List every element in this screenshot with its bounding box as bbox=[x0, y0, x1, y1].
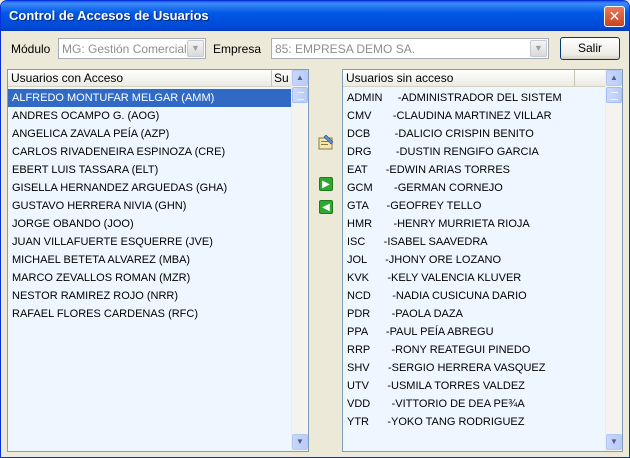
list-item[interactable]: MARCO ZEVALLOS ROMAN (MZR) bbox=[8, 269, 291, 287]
column-header-su[interactable]: Su bbox=[272, 70, 292, 87]
edit-properties-icon[interactable] bbox=[317, 133, 335, 151]
list-item[interactable]: HMR -HENRY MURRIETA RIOJA bbox=[343, 215, 575, 233]
salir-button[interactable]: Salir bbox=[560, 37, 620, 60]
column-header-usuarios-sin-acceso[interactable]: Usuarios sin acceso bbox=[343, 70, 575, 87]
scroll-thumb[interactable] bbox=[292, 87, 308, 103]
list-item[interactable]: NESTOR RAMIREZ ROJO (NRR) bbox=[8, 287, 291, 305]
list-item[interactable]: GCM -GERMAN CORNEJO bbox=[343, 179, 575, 197]
modulo-value: MG: Gestión Comercial bbox=[62, 42, 186, 56]
vertical-scrollbar[interactable]: ▲ ▼ bbox=[291, 70, 308, 451]
list-item[interactable]: GTA -GEOFREY TELLO bbox=[343, 197, 575, 215]
scroll-down-icon[interactable]: ▼ bbox=[292, 434, 308, 450]
list-item[interactable]: ALFREDO MONTUFAR MELGAR (AMM) bbox=[8, 89, 291, 107]
list-item[interactable]: RRP -RONY REATEGUI PINEDO bbox=[343, 341, 575, 359]
list-item[interactable]: YTR -YOKO TANG RODRIGUEZ bbox=[343, 413, 575, 431]
window-title: Control de Accesos de Usuarios bbox=[9, 8, 209, 23]
column-header-blank bbox=[575, 70, 606, 87]
list-item[interactable]: GUSTAVO HERRERA NIVIA (GHN) bbox=[8, 197, 291, 215]
list-item[interactable]: JOL -JHONY ORE LOZANO bbox=[343, 251, 575, 269]
list-item[interactable]: JUAN VILLAFUERTE ESQUERRE (JVE) bbox=[8, 233, 291, 251]
close-icon[interactable]: ✕ bbox=[604, 6, 625, 27]
title-bar[interactable]: Control de Accesos de Usuarios ✕ bbox=[1, 1, 629, 31]
list-item[interactable]: NCD -NADIA CUSICUNA DARIO bbox=[343, 287, 575, 305]
scroll-down-icon[interactable]: ▼ bbox=[606, 434, 622, 450]
empresa-label: Empresa bbox=[213, 42, 262, 56]
modulo-label: Módulo bbox=[11, 42, 51, 56]
list-item[interactable]: MICHAEL BETETA ALVAREZ (MBA) bbox=[8, 251, 291, 269]
list-item[interactable]: EAT -EDWIN ARIAS TORRES bbox=[343, 161, 575, 179]
modulo-select[interactable]: MG: Gestión Comercial ▼ bbox=[58, 38, 206, 59]
users-without-access-list[interactable]: Usuarios sin acceso ADMIN -ADMINISTRADOR… bbox=[342, 69, 623, 452]
scroll-up-icon[interactable]: ▲ bbox=[292, 70, 308, 86]
list-item[interactable]: ANGELICA ZAVALA PEÍA (AZP) bbox=[8, 125, 291, 143]
list-item[interactable]: EBERT LUIS TASSARA (ELT) bbox=[8, 161, 291, 179]
scroll-up-icon[interactable]: ▲ bbox=[606, 70, 622, 86]
column-header-usuarios-con-acceso[interactable]: Usuarios con Acceso bbox=[8, 70, 272, 87]
chevron-down-icon[interactable]: ▼ bbox=[530, 40, 547, 57]
users-with-access-list[interactable]: Usuarios con Acceso Su ALFREDO MONTUFAR … bbox=[7, 69, 309, 452]
scroll-thumb[interactable] bbox=[606, 87, 622, 103]
list-item[interactable]: SHV -SERGIO HERRERA VASQUEZ bbox=[343, 359, 575, 377]
list-item[interactable]: PPA -PAUL PEÍA ABREGU bbox=[343, 323, 575, 341]
empresa-select[interactable]: 85: EMPRESA DEMO SA. ▼ bbox=[271, 38, 549, 59]
vertical-scrollbar[interactable]: ▲ ▼ bbox=[605, 70, 622, 451]
list-item[interactable]: RAFAEL FLORES CARDENAS (RFC) bbox=[8, 305, 291, 323]
list-item[interactable]: KVK -KELY VALENCIA KLUVER bbox=[343, 269, 575, 287]
arrow-left-icon[interactable]: ◀ bbox=[319, 200, 333, 214]
list-item[interactable]: ISC -ISABEL SAAVEDRA bbox=[343, 233, 575, 251]
list-item[interactable]: DRG -DUSTIN RENGIFO GARCIA bbox=[343, 143, 575, 161]
access-control-window: Control de Accesos de Usuarios ✕ Módulo … bbox=[0, 0, 630, 458]
list-item[interactable]: VDD -VITTORIO DE DEA PE¾A bbox=[343, 395, 575, 413]
list-item[interactable]: UTV -USMILA TORRES VALDEZ bbox=[343, 377, 575, 395]
list-item[interactable]: DCB -DALICIO CRISPIN BENITO bbox=[343, 125, 575, 143]
empresa-value: 85: EMPRESA DEMO SA. bbox=[275, 42, 416, 56]
list-item[interactable]: CMV -CLAUDINA MARTINEZ VILLAR bbox=[343, 107, 575, 125]
list-item[interactable]: GISELLA HERNANDEZ ARGUEDAS (GHA) bbox=[8, 179, 291, 197]
list-item[interactable]: ADMIN -ADMINISTRADOR DEL SISTEM bbox=[343, 89, 575, 107]
list-item[interactable]: CARLOS RIVADENEIRA ESPINOZA (CRE) bbox=[8, 143, 291, 161]
chevron-down-icon[interactable]: ▼ bbox=[187, 40, 204, 57]
arrow-right-icon[interactable]: ▶ bbox=[319, 177, 333, 191]
list-item[interactable]: JORGE OBANDO (JOO) bbox=[8, 215, 291, 233]
list-item[interactable]: PDR -PAOLA DAZA bbox=[343, 305, 575, 323]
list-item[interactable]: ANDRES OCAMPO G. (AOG) bbox=[8, 107, 291, 125]
